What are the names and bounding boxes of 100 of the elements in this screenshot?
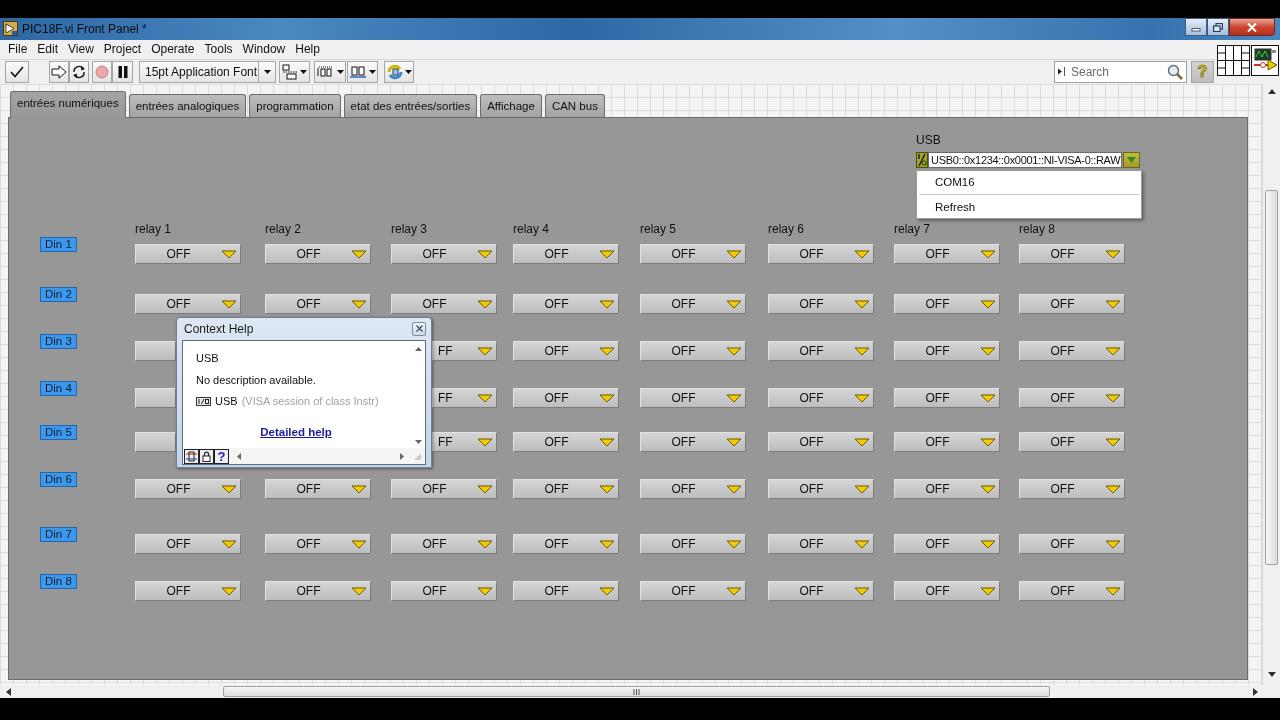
state-dropdown[interactable]: OFF — [768, 581, 874, 601]
search-icon[interactable] — [1167, 64, 1183, 80]
menu-item[interactable]: File — [3, 41, 33, 58]
state-dropdown[interactable]: OFF — [894, 479, 1000, 499]
pause-button[interactable] — [112, 61, 133, 83]
state-dropdown[interactable]: OFF — [1019, 432, 1125, 452]
state-dropdown[interactable]: OFF — [894, 341, 1000, 361]
state-dropdown[interactable]: OFF — [513, 388, 619, 408]
scroll-thumb[interactable] — [223, 686, 1050, 697]
state-dropdown[interactable]: OFF — [768, 432, 874, 452]
state-dropdown[interactable]: OFF — [768, 388, 874, 408]
menu-item[interactable]: Tools — [199, 41, 238, 58]
align-button[interactable] — [279, 61, 310, 83]
distribute-button[interactable] — [314, 61, 346, 83]
state-dropdown[interactable]: OFF — [513, 534, 619, 554]
scroll-thumb[interactable] — [1265, 190, 1278, 565]
state-dropdown[interactable]: OFF — [513, 581, 619, 601]
menu-item[interactable]: Refresh — [917, 198, 1141, 216]
lock-button[interactable] — [199, 448, 214, 464]
state-dropdown[interactable]: OFF — [768, 294, 874, 314]
state-dropdown[interactable]: OFF — [391, 244, 497, 264]
state-dropdown[interactable]: OFF — [513, 479, 619, 499]
dropdown-button[interactable] — [1123, 152, 1140, 168]
menu-item[interactable]: Window — [237, 41, 291, 58]
state-dropdown[interactable]: OFF — [640, 581, 746, 601]
state-dropdown[interactable]: OFF — [135, 479, 241, 499]
state-dropdown[interactable]: OFF — [894, 244, 1000, 264]
state-dropdown[interactable]: OFF — [391, 581, 497, 601]
state-dropdown[interactable]: OFF — [894, 581, 1000, 601]
diagram-button[interactable] — [184, 448, 199, 464]
state-dropdown[interactable]: FF — [432, 341, 497, 361]
restore-button[interactable] — [1207, 18, 1229, 36]
cell-grid-icon[interactable] — [1217, 45, 1250, 76]
state-dropdown[interactable]: OFF — [894, 432, 1000, 452]
up-arrow-icon[interactable] — [415, 347, 422, 351]
state-dropdown[interactable]: OFF — [265, 581, 371, 601]
state-dropdown[interactable]: OFF — [513, 432, 619, 452]
state-dropdown[interactable]: OFF — [1019, 294, 1125, 314]
state-dropdown[interactable] — [135, 341, 176, 361]
right-arrow-icon[interactable] — [400, 452, 404, 460]
state-dropdown[interactable]: OFF — [1019, 534, 1125, 554]
triangle-bar-icon[interactable] — [1058, 67, 1066, 76]
close-button[interactable] — [412, 321, 426, 336]
state-dropdown[interactable]: OFF — [768, 479, 874, 499]
menu-item[interactable]: Help — [290, 41, 325, 58]
state-dropdown[interactable] — [135, 432, 176, 452]
left-arrow-icon[interactable] — [237, 452, 241, 460]
close-button[interactable] — [1229, 18, 1275, 36]
state-dropdown[interactable]: OFF — [894, 388, 1000, 408]
run-continuously-button[interactable] — [69, 61, 89, 83]
reorder-button[interactable] — [384, 61, 414, 83]
menu-item[interactable]: Operate — [146, 41, 200, 58]
state-dropdown[interactable]: OFF — [894, 294, 1000, 314]
state-dropdown[interactable]: OFF — [768, 341, 874, 361]
state-dropdown[interactable]: OFF — [135, 244, 241, 264]
state-dropdown[interactable]: OFF — [391, 534, 497, 554]
state-dropdown[interactable]: OFF — [265, 479, 371, 499]
state-dropdown[interactable]: FF — [432, 432, 497, 452]
state-dropdown[interactable]: OFF — [1019, 341, 1125, 361]
state-dropdown[interactable] — [135, 388, 176, 408]
state-dropdown[interactable]: OFF — [265, 294, 371, 314]
state-dropdown[interactable]: OFF — [135, 534, 241, 554]
run-button[interactable] — [49, 61, 69, 83]
state-dropdown[interactable]: OFF — [1019, 244, 1125, 264]
state-dropdown[interactable]: OFF — [265, 244, 371, 264]
state-dropdown[interactable]: OFF — [768, 244, 874, 264]
state-dropdown[interactable]: OFF — [640, 388, 746, 408]
tab[interactable]: programmation — [249, 94, 341, 117]
state-dropdown[interactable]: OFF — [640, 534, 746, 554]
font-dropdown[interactable]: 15pt Application Font — [139, 61, 276, 83]
down-arrow-icon[interactable] — [1267, 672, 1276, 677]
state-dropdown[interactable]: FF — [432, 388, 497, 408]
state-dropdown[interactable]: OFF — [640, 432, 746, 452]
state-dropdown[interactable]: OFF — [640, 294, 746, 314]
state-dropdown[interactable]: OFF — [513, 341, 619, 361]
check-button[interactable] — [5, 61, 29, 83]
resource-field[interactable]: USB0::0x1234::0x0001::NI-VISA-0::RAW — [928, 152, 1122, 168]
state-dropdown[interactable]: OFF — [1019, 388, 1125, 408]
tab[interactable]: etat des entrées/sorties — [343, 94, 478, 117]
tab[interactable]: Affichage — [480, 94, 542, 117]
right-arrow-icon[interactable] — [1253, 687, 1258, 696]
state-dropdown[interactable]: OFF — [894, 534, 1000, 554]
state-dropdown[interactable]: OFF — [640, 341, 746, 361]
state-dropdown[interactable]: OFF — [640, 479, 746, 499]
down-arrow-icon[interactable] — [415, 440, 422, 444]
minimize-button[interactable] — [1185, 18, 1207, 36]
tab[interactable]: entrées numériques — [10, 91, 126, 118]
tab[interactable]: CAN bus — [544, 94, 605, 117]
horizontal-scrollbar[interactable] — [0, 685, 1280, 698]
state-dropdown[interactable]: OFF — [1019, 479, 1125, 499]
menu-item[interactable]: Edit — [32, 41, 64, 58]
search-field[interactable]: Search — [1054, 61, 1187, 83]
state-dropdown[interactable]: OFF — [513, 294, 619, 314]
resize-button[interactable] — [347, 61, 378, 83]
state-dropdown[interactable]: OFF — [1019, 581, 1125, 601]
state-dropdown[interactable]: OFF — [513, 244, 619, 264]
tab[interactable]: entrées analogiques — [128, 94, 247, 117]
help-button[interactable]: ? — [214, 448, 229, 464]
menu-item[interactable]: View — [63, 41, 99, 58]
state-dropdown[interactable]: OFF — [135, 581, 241, 601]
